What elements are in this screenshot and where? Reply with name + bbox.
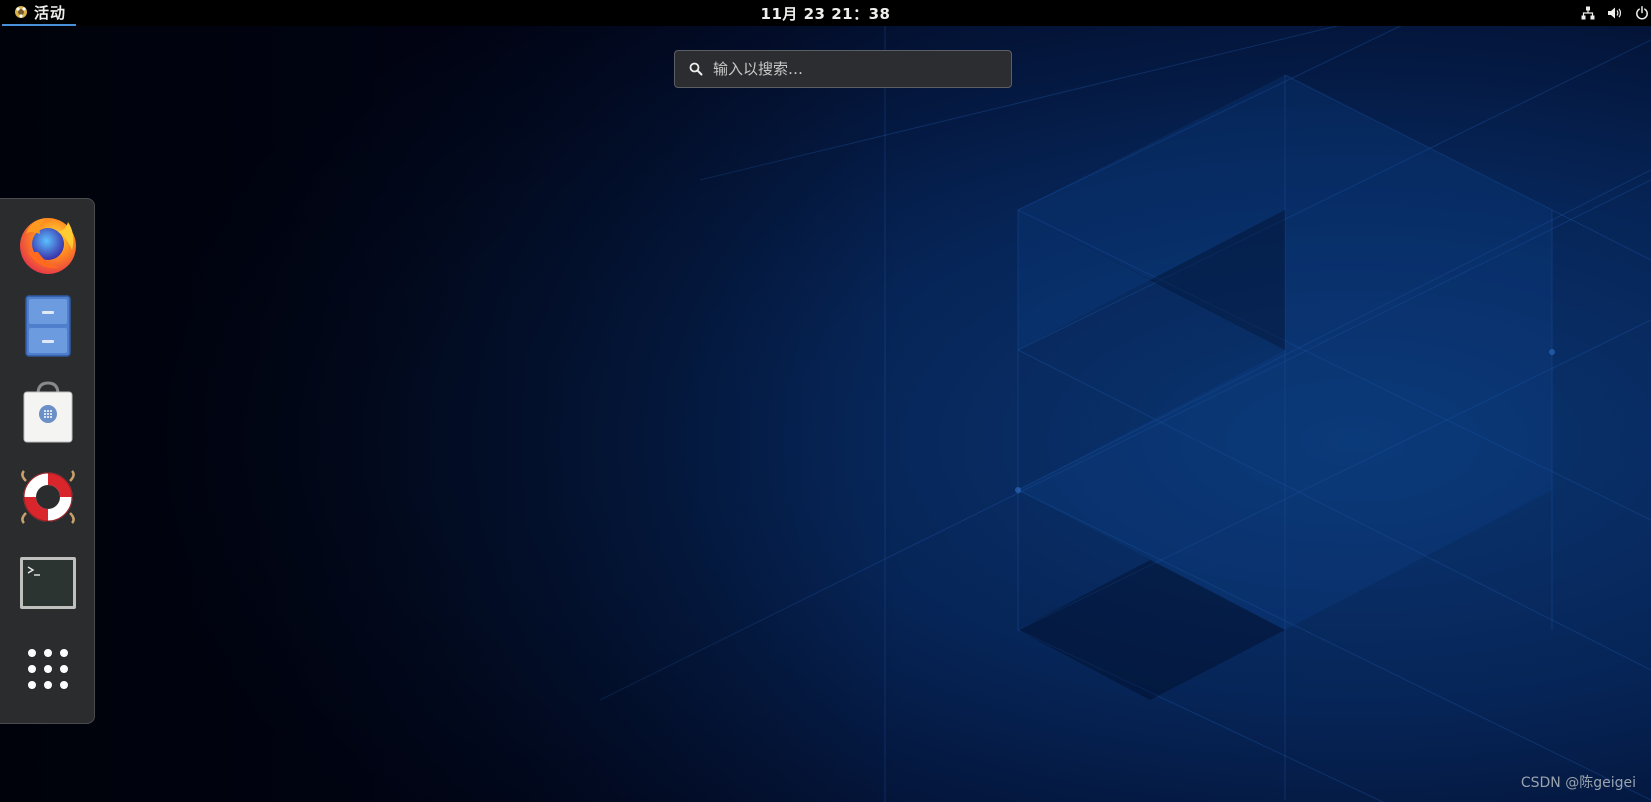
dash-item-firefox[interactable]	[12, 208, 84, 280]
file-cabinet-icon	[25, 295, 71, 357]
dash-item-terminal[interactable]	[12, 547, 84, 619]
dash	[0, 198, 95, 724]
system-tray[interactable]	[1581, 0, 1651, 26]
dash-item-show-applications[interactable]	[12, 633, 84, 705]
audio-volume-icon	[1608, 7, 1622, 19]
clock[interactable]: 11月 23 21：38	[761, 3, 891, 24]
terminal-icon	[20, 557, 76, 609]
search-input[interactable]	[713, 60, 1011, 78]
network-wired-icon	[1581, 6, 1595, 20]
search-entry[interactable]	[674, 50, 1012, 88]
lifebuoy-icon	[21, 470, 75, 524]
dash-item-help[interactable]	[12, 461, 84, 533]
gnome-foot-icon	[15, 6, 27, 18]
system-power-icon	[1636, 6, 1648, 20]
dash-item-software[interactable]	[12, 376, 84, 448]
firefox-icon	[20, 218, 76, 274]
desktop-overview: 活动 11月 23 21：38 输入以搜索… CSDN @陈geigei	[0, 0, 1651, 802]
dash-item-files[interactable]	[12, 290, 84, 362]
watermark: CSDN @陈geigei	[1520, 775, 1636, 791]
grid-dots-icon	[28, 649, 68, 689]
top-bar: 活动 11月 23 21：38	[0, 0, 1651, 26]
activities-button[interactable]: 活动	[2, 0, 77, 26]
wallpaper	[0, 0, 1651, 802]
activities-label: 活动	[34, 3, 67, 22]
shopping-bag-icon	[23, 381, 73, 443]
search-icon	[689, 62, 703, 76]
clock-container: 11月 23 21：38	[0, 0, 1651, 26]
